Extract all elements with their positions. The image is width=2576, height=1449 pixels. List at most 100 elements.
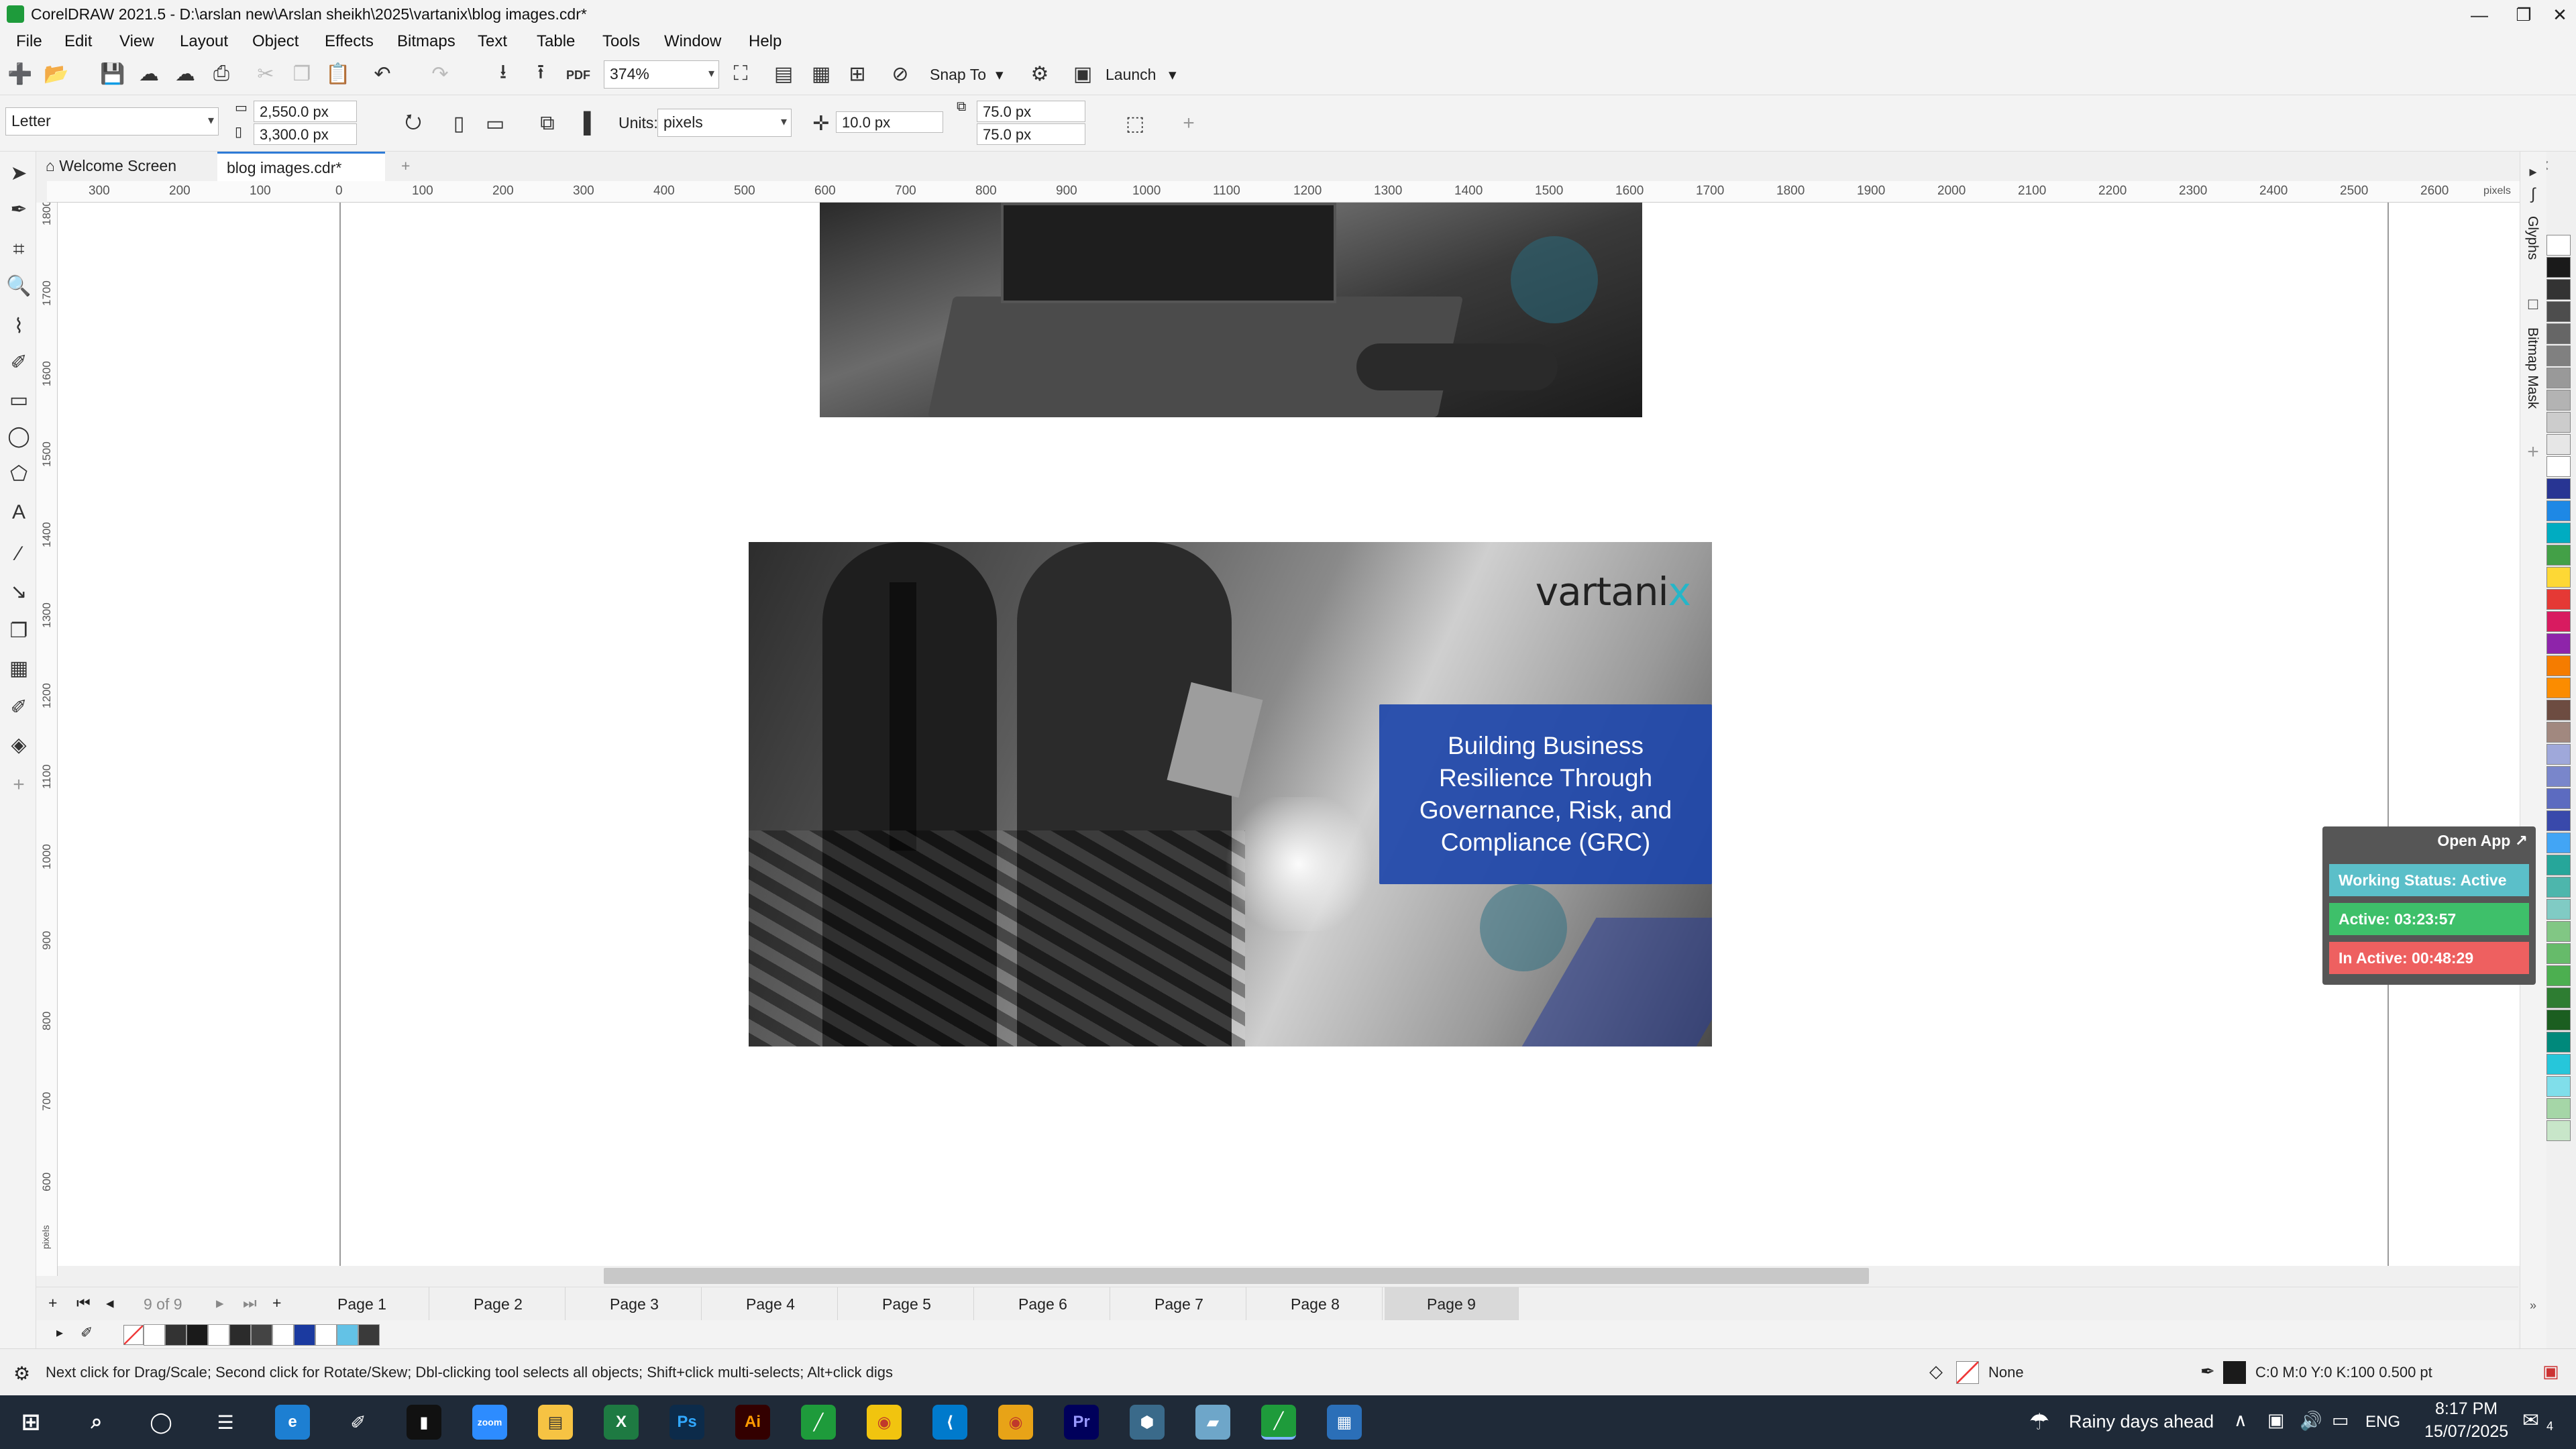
tab-welcome-screen[interactable]: ⌂ Welcome Screen bbox=[36, 152, 191, 181]
show-grid-icon[interactable]: ▦ bbox=[808, 60, 835, 87]
menu-window[interactable]: Window bbox=[664, 32, 721, 51]
volume-icon[interactable]: 🔊 bbox=[2300, 1410, 2322, 1432]
palette-swatch[interactable] bbox=[2546, 611, 2571, 632]
palette-swatch[interactable] bbox=[2546, 1098, 2571, 1119]
full-screen-preview-icon[interactable]: ⛶ bbox=[727, 60, 754, 87]
status-settings-icon[interactable]: ⚙ bbox=[13, 1362, 30, 1385]
task-view-icon[interactable]: ☰ bbox=[208, 1405, 243, 1440]
palette-swatch[interactable] bbox=[2546, 788, 2571, 809]
document-palette-swatch[interactable] bbox=[337, 1324, 358, 1346]
menu-tools[interactable]: Tools bbox=[602, 32, 640, 51]
next-page-icon[interactable]: ▸ bbox=[216, 1294, 224, 1312]
first-page-icon[interactable]: ⏮ bbox=[76, 1294, 91, 1312]
palette-expand-icon[interactable]: ▸ bbox=[56, 1324, 63, 1341]
cortana-icon[interactable]: ◯ bbox=[144, 1405, 178, 1440]
calculator-icon[interactable]: ▦ bbox=[1327, 1405, 1362, 1440]
windows-start-icon[interactable]: ⊞ bbox=[13, 1405, 48, 1440]
new-tab-add-icon[interactable]: + bbox=[392, 152, 419, 181]
page-tab-8[interactable]: Page 8 bbox=[1248, 1287, 1383, 1321]
palette-swatch[interactable] bbox=[2546, 545, 2571, 566]
zoom-tool-icon[interactable]: 🔍 bbox=[5, 272, 32, 299]
ellipse-tool-icon[interactable]: ◯ bbox=[5, 423, 32, 449]
battery-icon[interactable]: ▭ bbox=[2332, 1410, 2349, 1431]
palette-swatch[interactable] bbox=[2546, 766, 2571, 787]
coreldraw-taskbar-icon[interactable]: ╱ bbox=[801, 1405, 836, 1440]
palette-swatch[interactable] bbox=[2546, 1120, 2571, 1141]
tray-chevron-up-icon[interactable]: ∧ bbox=[2234, 1410, 2247, 1431]
search-icon[interactable]: ⌕ bbox=[79, 1405, 114, 1440]
chrome-profile-icon[interactable]: ◉ bbox=[998, 1405, 1033, 1440]
snap-off-icon[interactable]: ⊘ bbox=[887, 60, 914, 87]
document-palette-swatch[interactable] bbox=[272, 1324, 294, 1346]
illustrator-icon[interactable]: Ai bbox=[735, 1405, 770, 1440]
menu-bitmaps[interactable]: Bitmaps bbox=[397, 32, 455, 51]
nudge-distance-field[interactable]: 10.0 px bbox=[836, 111, 943, 133]
palette-swatch[interactable] bbox=[2546, 567, 2571, 588]
show-guidelines-icon[interactable]: ⊞ bbox=[844, 60, 871, 87]
menu-table[interactable]: Table bbox=[537, 32, 575, 51]
palette-swatch[interactable] bbox=[2546, 1010, 2571, 1030]
freehand-tool-icon[interactable]: ⌇ bbox=[5, 313, 32, 339]
palette-swatch[interactable] bbox=[2546, 1076, 2571, 1097]
palette-swatch[interactable] bbox=[2546, 500, 2571, 521]
palette-swatch[interactable] bbox=[2546, 279, 2571, 300]
palette-swatch[interactable] bbox=[2546, 434, 2571, 455]
weather-umbrella-icon[interactable]: ☂ bbox=[2022, 1405, 2057, 1440]
redo-icon[interactable]: ↷ bbox=[427, 60, 453, 87]
corel-font-manager-icon[interactable]: ▰ bbox=[1195, 1405, 1230, 1440]
rectangle-tool-icon[interactable]: ▭ bbox=[5, 386, 32, 413]
fill-indicator-icon[interactable]: ◇ bbox=[1929, 1361, 1943, 1382]
palette-swatch[interactable] bbox=[2546, 456, 2571, 477]
cloud-download-icon[interactable]: ☁ bbox=[136, 60, 162, 87]
landscape-icon[interactable]: ▭ bbox=[482, 110, 508, 137]
page-size-select[interactable]: Letter ▾ bbox=[5, 107, 219, 136]
palette-swatch[interactable] bbox=[2546, 412, 2571, 433]
weather-text[interactable]: Rainy days ahead bbox=[2069, 1411, 2214, 1432]
show-rulers-icon[interactable]: ▤ bbox=[770, 60, 797, 87]
save-icon[interactable]: 💾 bbox=[99, 60, 126, 87]
palette-swatch[interactable] bbox=[2546, 810, 2571, 831]
document-palette-swatch[interactable] bbox=[186, 1324, 208, 1346]
edge-icon[interactable]: e bbox=[275, 1405, 310, 1440]
menu-edit[interactable]: Edit bbox=[64, 32, 92, 51]
document-palette-swatch[interactable] bbox=[144, 1324, 165, 1346]
menu-effects[interactable]: Effects bbox=[325, 32, 374, 51]
add-page-icon[interactable]: + bbox=[48, 1294, 57, 1312]
vscode-icon[interactable]: ⟨ bbox=[932, 1405, 967, 1440]
cloud-upload-icon[interactable]: ☁ bbox=[172, 60, 199, 87]
pen-tool-icon[interactable]: ✐ bbox=[341, 1405, 376, 1440]
menu-file[interactable]: File bbox=[16, 32, 42, 51]
zoom-level-combo[interactable]: 374% ▾ bbox=[604, 60, 719, 89]
document-palette-swatch[interactable] bbox=[165, 1324, 186, 1346]
units-select[interactable]: pixels ▾ bbox=[657, 109, 792, 137]
close-button[interactable]: ✕ bbox=[2536, 0, 2576, 30]
color-eyedropper-icon[interactable]: ✐ bbox=[5, 694, 32, 720]
clock-date[interactable]: 15/07/2025 bbox=[2424, 1422, 2508, 1442]
undo-icon[interactable]: ↶ bbox=[369, 60, 396, 87]
palette-swatch[interactable] bbox=[2546, 345, 2571, 366]
excel-icon[interactable]: X bbox=[604, 1405, 639, 1440]
terminal-icon[interactable]: ▮ bbox=[407, 1405, 441, 1440]
crop-tool-icon[interactable]: ⌗ bbox=[5, 236, 32, 263]
page-tab-6[interactable]: Page 6 bbox=[976, 1287, 1110, 1321]
document-palette-swatch[interactable] bbox=[208, 1324, 229, 1346]
bitmap-mask-docker-tab[interactable]: Bitmap Mask bbox=[2524, 327, 2540, 409]
print-icon[interactable]: ⎙ bbox=[208, 60, 235, 87]
page-tab-7[interactable]: Page 7 bbox=[1112, 1287, 1246, 1321]
duplicate-distance-y-field[interactable]: 75.0 px bbox=[977, 123, 1085, 145]
palette-swatch[interactable] bbox=[2546, 478, 2571, 499]
menu-view[interactable]: View bbox=[119, 32, 154, 51]
laptop-bitmap-image[interactable] bbox=[820, 203, 1642, 417]
add-docker-icon[interactable]: + bbox=[2520, 439, 2546, 466]
options-gear-icon[interactable]: ⚙ bbox=[1026, 60, 1053, 87]
palette-swatch[interactable] bbox=[2546, 589, 2571, 610]
page-tab-5[interactable]: Page 5 bbox=[840, 1287, 974, 1321]
duplicate-distance-x-field[interactable]: 75.0 px bbox=[977, 101, 1085, 122]
drop-shadow-icon[interactable]: ❐ bbox=[5, 617, 32, 644]
add-page-after-icon[interactable]: + bbox=[272, 1294, 281, 1312]
publish-pdf-icon[interactable]: PDF bbox=[565, 62, 592, 89]
page-tab-3[interactable]: Page 3 bbox=[568, 1287, 702, 1321]
palette-swatch[interactable] bbox=[2546, 633, 2571, 654]
glyphs-docker-tab[interactable]: Glyphs bbox=[2524, 216, 2540, 260]
network-icon[interactable]: ▣ bbox=[2267, 1410, 2285, 1431]
